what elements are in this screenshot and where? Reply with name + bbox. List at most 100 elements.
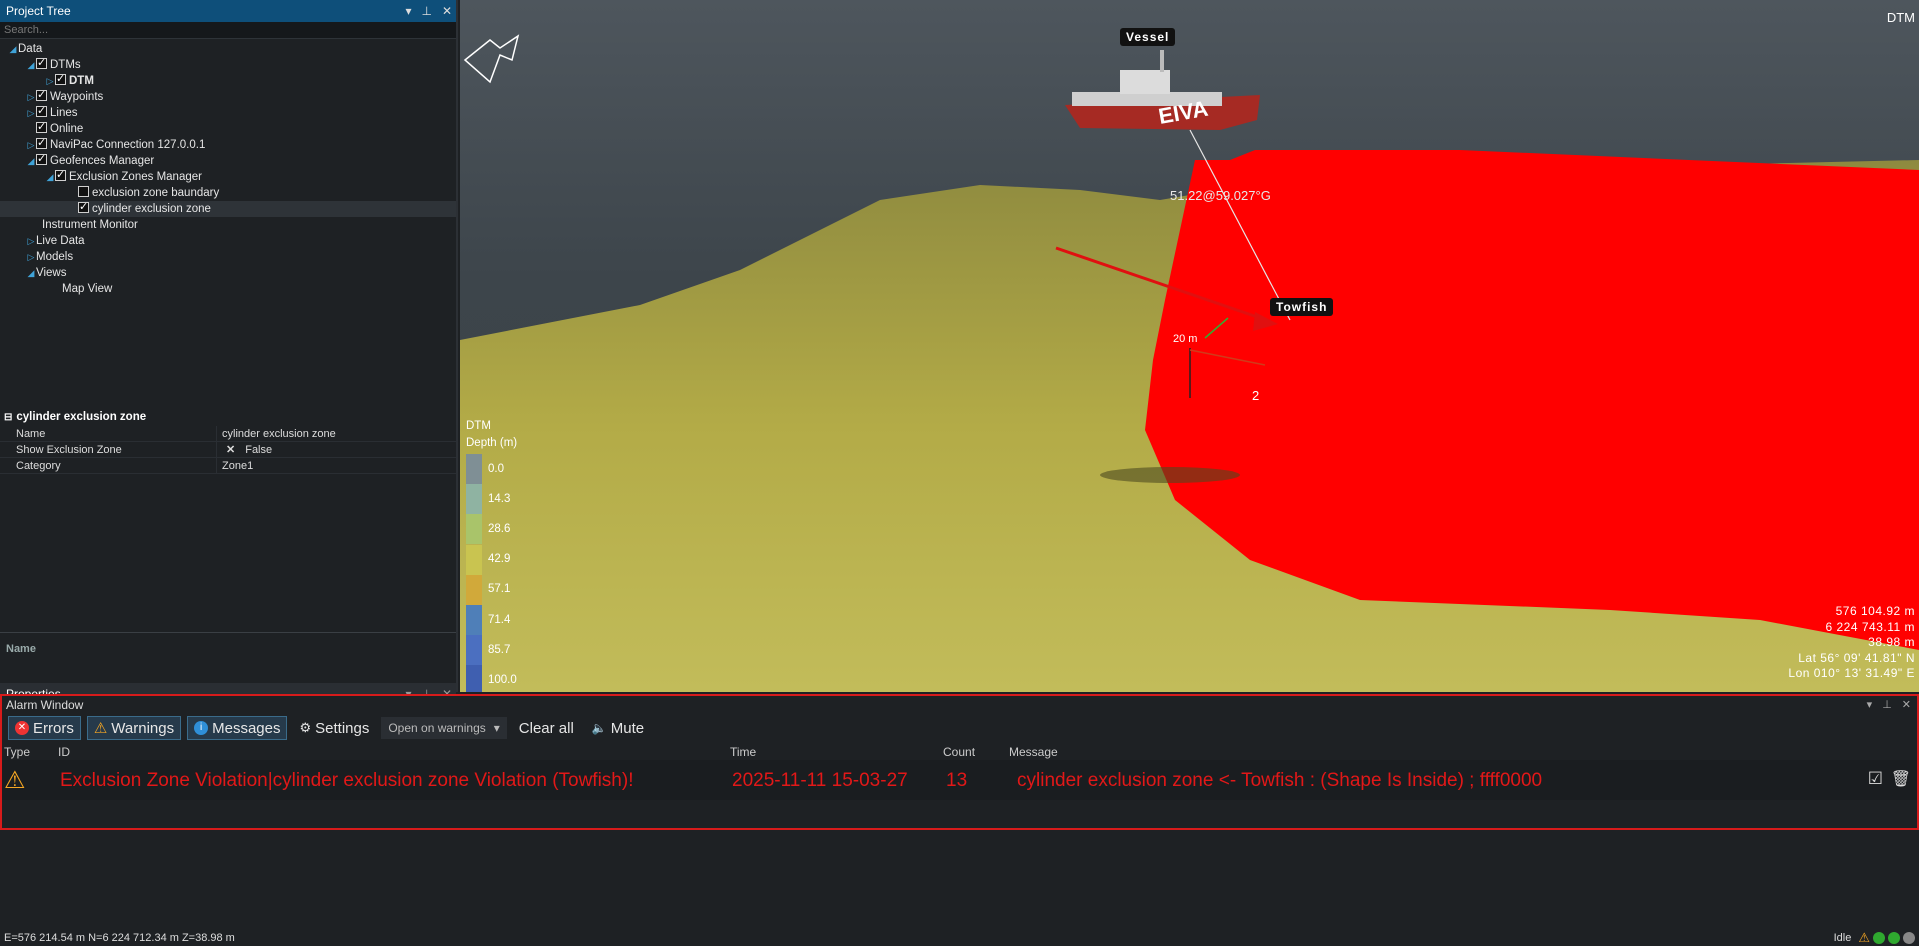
checkbox[interactable] <box>36 119 47 135</box>
expand-icon[interactable]: ◢ <box>26 153 36 169</box>
legend-swatch <box>466 484 482 515</box>
checkbox[interactable] <box>36 87 47 103</box>
ok-status-icon[interactable] <box>1888 932 1900 944</box>
expand-icon[interactable]: ◢ <box>45 169 55 185</box>
pin-icon[interactable]: ⊥ <box>1882 696 1892 714</box>
clear-all-button[interactable]: Clear all <box>513 720 580 737</box>
errors-filter-button[interactable]: ✕ Errors <box>8 716 81 740</box>
tree-item-live-data[interactable]: ▷ Live Data <box>0 233 456 249</box>
tree-item-exclusion-zones[interactable]: ◢Exclusion Zones Manager <box>0 167 456 185</box>
column-type[interactable]: Type <box>4 745 30 759</box>
tree-item-data[interactable]: ◢ Data <box>0 41 456 57</box>
collapse-icon[interactable]: ⊟ <box>4 412 12 423</box>
vessel-bridge <box>1120 70 1170 94</box>
pin-icon[interactable]: ⊥ <box>421 0 431 22</box>
warnings-filter-button[interactable]: ⚠ Warnings <box>86 716 182 740</box>
tree-item-dtms[interactable]: ◢DTMs <box>0 55 456 73</box>
tree-item-instrument-monitor[interactable]: Instrument Monitor <box>0 217 456 233</box>
checkbox[interactable] <box>55 71 66 87</box>
property-description: Name <box>0 632 456 692</box>
scene[interactable]: EIVA <box>460 0 1919 692</box>
properties-object[interactable]: ⊟ cylinder exclusion zone <box>0 408 456 426</box>
project-tree-header[interactable]: Project Tree ▾ ⊥ ✕ <box>0 0 456 22</box>
close-icon[interactable]: ✕ <box>442 0 452 22</box>
collapse-icon[interactable]: ▷ <box>26 249 36 265</box>
collapse-icon[interactable]: ▷ <box>26 105 36 121</box>
project-tree: ◢Data ◢DTMs ▷DTM ▷Waypoints ▷Lines Onlin… <box>0 39 456 297</box>
tree-item-geofences[interactable]: ◢Geofences Manager <box>0 151 456 169</box>
collapse-icon[interactable]: ▷ <box>26 89 36 105</box>
checkbox[interactable] <box>78 199 89 215</box>
checkbox[interactable] <box>36 55 47 71</box>
legend-value: 85.7 <box>488 643 511 656</box>
legend-swatch <box>466 544 482 575</box>
tree-item-lines[interactable]: ▷Lines <box>0 103 456 121</box>
column-id[interactable]: ID <box>58 745 70 759</box>
checkbox[interactable] <box>36 135 47 151</box>
towfish-label[interactable]: Towfish <box>1270 298 1334 316</box>
expand-icon[interactable]: ◢ <box>26 265 36 281</box>
warning-status-icon[interactable]: ⚠ <box>1858 930 1870 946</box>
collapse-icon[interactable]: ▷ <box>26 137 36 153</box>
column-count[interactable]: Count <box>943 745 975 759</box>
tree-item-map-view[interactable]: Map View <box>0 281 456 297</box>
tree-item-navipac[interactable]: ▷NaviPac Connection 127.0.0.1 <box>0 135 456 153</box>
alarm-count: 13 <box>946 770 968 791</box>
checkbox[interactable] <box>36 103 47 119</box>
3d-view[interactable]: EIVA DTM Vessel Towfish 51.22@59.027°G 2… <box>460 0 1919 692</box>
tree-item-zone-boundary[interactable]: exclusion zone baundary <box>0 185 456 201</box>
close-icon[interactable]: ✕ <box>1902 696 1911 714</box>
checkbox[interactable] <box>78 186 89 197</box>
legend-swatch <box>466 574 482 605</box>
delete-icon[interactable]: 🗑 <box>1891 769 1911 789</box>
vessel-model[interactable]: EIVA <box>1065 50 1260 130</box>
ok-status-icon[interactable] <box>1873 932 1885 944</box>
column-time[interactable]: Time <box>730 745 756 759</box>
column-message[interactable]: Message <box>1009 745 1058 759</box>
tree-item-online[interactable]: Online <box>0 119 456 137</box>
coord-lon: Lon 010° 13' 31.49" E <box>1788 666 1915 680</box>
tree-item-views[interactable]: ◢ Views <box>0 265 456 281</box>
checkbox[interactable] <box>55 167 66 183</box>
expand-icon[interactable]: ◢ <box>26 57 36 73</box>
orientation-arrow-icon[interactable] <box>463 34 520 84</box>
idle-status-icon[interactable] <box>1903 932 1915 944</box>
cross-icon[interactable]: ✕ <box>226 444 235 456</box>
collapse-icon[interactable]: ▷ <box>26 233 36 249</box>
tree-item-cylinder-zone[interactable]: cylinder exclusion zone <box>0 199 456 217</box>
dropdown-icon[interactable]: ▾ <box>405 0 411 22</box>
open-mode-dropdown[interactable]: Open on warnings ▾ <box>381 717 507 739</box>
gear-icon: ⚙ <box>299 720 312 735</box>
tree-item-waypoints[interactable]: ▷Waypoints <box>0 87 456 105</box>
vessel-label[interactable]: Vessel <box>1120 28 1176 46</box>
tree-item-models[interactable]: ▷ Models <box>0 249 456 265</box>
coordinate-readout: 576 104.92 m 6 224 743.11 m 38.98 m Lat … <box>1788 604 1915 682</box>
property-row-show-zone[interactable]: Show Exclusion Zone ✕ False <box>0 442 456 458</box>
scale-label: 20 m <box>1173 333 1198 345</box>
alarm-window-header[interactable]: Alarm Window ▾ ⊥ ✕ <box>2 696 1917 714</box>
scale-label-2: 2 <box>1252 388 1260 403</box>
property-value-show-zone[interactable]: ✕ False <box>216 442 456 457</box>
alarm-empty-area <box>0 830 1919 930</box>
property-row-name[interactable]: Name cylinder exclusion zone <box>0 426 456 442</box>
tree-item-dtm[interactable]: ▷DTM <box>0 71 456 89</box>
info-icon: i <box>194 721 209 735</box>
property-row-category[interactable]: Category Zone1 <box>0 458 456 474</box>
messages-filter-button[interactable]: i Messages <box>187 716 288 740</box>
expand-icon[interactable]: ◢ <box>8 41 18 57</box>
speaker-icon: 🔈 <box>591 721 607 735</box>
mute-button[interactable]: 🔈 Mute <box>586 720 650 737</box>
acknowledge-icon[interactable]: ☑ <box>1868 769 1883 789</box>
alarm-table-header: Type ID Time Count Message <box>2 742 1917 760</box>
left-dock: Project Tree ▾ ⊥ ✕ Search... ◢Data ◢DTMs… <box>0 0 458 705</box>
legend-entry: 57.1 <box>466 574 517 605</box>
cursor-position: E=576 214.54 m N=6 224 712.34 m Z=38.98 … <box>4 932 235 944</box>
settings-button[interactable]: ⚙ Settings <box>293 720 375 737</box>
legend-title: DTM <box>466 420 491 432</box>
collapse-icon[interactable]: ▷ <box>45 73 55 89</box>
alarm-row[interactable]: ⚠ Exclusion Zone Violation|cylinder excl… <box>2 760 1917 800</box>
checkbox[interactable] <box>36 151 47 167</box>
dropdown-icon[interactable]: ▾ <box>1867 696 1873 714</box>
depth-legend: DTM Depth (m) 0.0 14.3 28.6 42.9 57.1 71.4 85.… <box>466 418 517 692</box>
tree-search-input[interactable]: Search... <box>0 22 456 39</box>
